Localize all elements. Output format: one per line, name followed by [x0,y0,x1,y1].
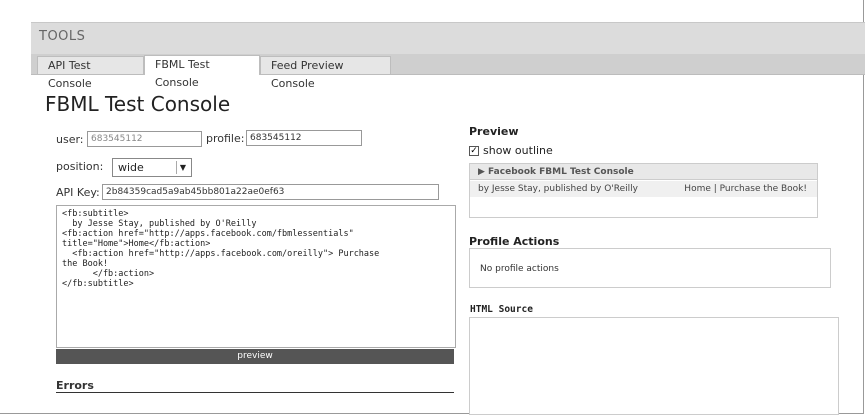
fbml-code-textarea[interactable]: <fb:subtitle> by Jesse Stay, published b… [56,205,456,348]
apikey-label: API Key: [56,186,100,199]
errors-divider [56,392,454,393]
tab-fbml-test-console[interactable]: FBML Test Console [144,55,260,89]
tools-header: TOOLS [31,22,865,55]
tools-title: TOOLS [39,29,86,44]
profile-input[interactable]: 683545112 [246,130,362,146]
preview-title: Preview [469,125,519,138]
user-label: user: [56,133,84,146]
preview-button[interactable]: preview [56,349,454,364]
tab-feed-preview-console[interactable]: Feed Preview Console [260,56,391,90]
show-outline-checkbox[interactable]: ✓ [469,146,479,156]
chevron-down-icon: ▼ [176,161,189,174]
preview-outline-box: ▶ Facebook FBML Test Console by Jesse St… [469,163,818,218]
profile-label: profile: [206,132,245,145]
tab-bar: API Test Console FBML Test Console Feed … [31,54,865,90]
profile-actions-title: Profile Actions [469,235,560,248]
errors-title: Errors [56,379,94,392]
position-label: position: [56,160,104,173]
html-source-title: HTML Source [470,304,533,315]
preview-action-links[interactable]: Home | Purchase the Book! [684,181,807,197]
preview-subtitle-row: by Jesse Stay, published by O'Reilly Hom… [470,181,817,197]
show-outline-label: show outline [483,144,553,157]
page-title: FBML Test Console [45,92,231,116]
profile-actions-box: No profile actions [469,248,831,288]
tab-api-test-console[interactable]: API Test Console [37,56,144,90]
html-source-box[interactable] [469,317,839,415]
preview-byline: by Jesse Stay, published by O'Reilly [478,184,638,194]
apikey-input[interactable]: 2b84359cad5a9ab45bb801a22ae0ef63 [102,184,439,200]
checkmark-icon: ✓ [470,146,478,156]
position-select[interactable]: wide ▼ [112,158,192,177]
profile-actions-empty: No profile actions [480,264,559,274]
position-select-value: wide [118,161,144,174]
preview-header: ▶ Facebook FBML Test Console [470,164,817,180]
user-input[interactable]: 683545112 [87,131,202,147]
